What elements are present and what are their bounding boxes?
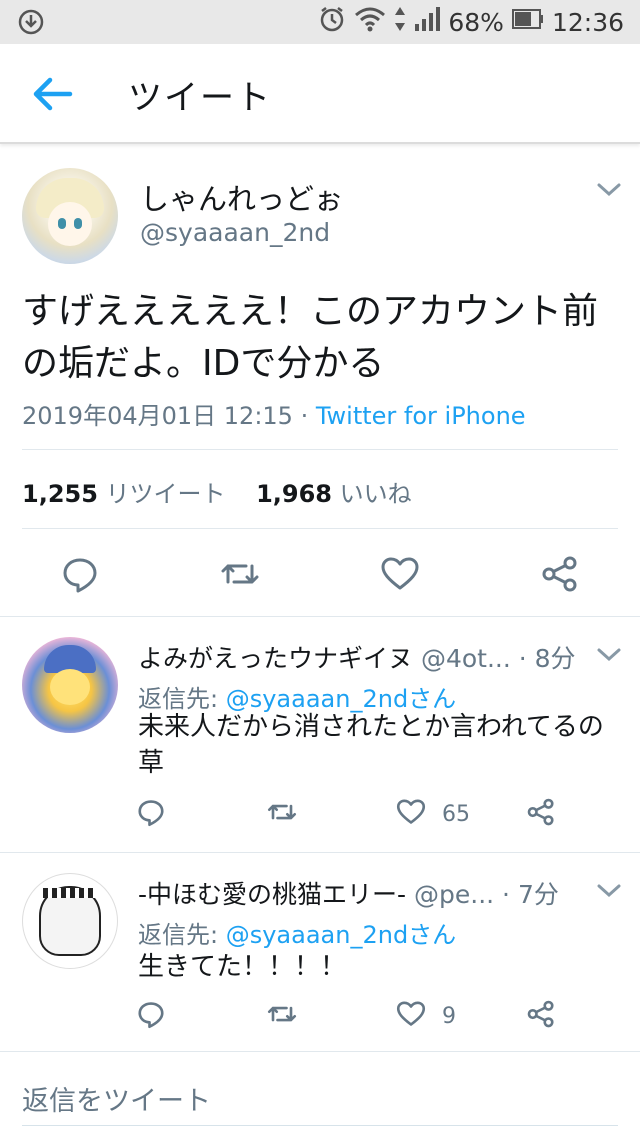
like-button[interactable] (380, 554, 420, 594)
share-button[interactable] (540, 554, 580, 594)
reply-icon (60, 558, 100, 598)
reply-time: 7分 (517, 880, 559, 909)
reply-author-line: よみがえったウナギイヌ @4ot... · 8分 (138, 644, 576, 673)
tweet-text: すげえええええ！このアカウント前の垢だよ。IDで分かる (22, 291, 599, 384)
like-button[interactable] (396, 999, 428, 1031)
reply-to-line: 返信先: @syaaaan_2ndさん (138, 915, 456, 950)
battery-percent: 68% (448, 7, 504, 37)
reply-icon (136, 800, 166, 831)
like-icon (396, 1001, 426, 1033)
share-button[interactable] (526, 999, 558, 1031)
chevron-down-icon[interactable] (596, 647, 622, 667)
retweet-button[interactable] (266, 999, 298, 1031)
reply-to-mention[interactable]: @syaaaan_2ndさん (226, 921, 456, 949)
download-icon (18, 9, 44, 39)
reply-item[interactable]: -中ほむ愛の桃猫エリー- @pe... · 7分 返信先: @syaaaan_2… (0, 853, 640, 1052)
alarm-icon (318, 5, 346, 39)
like-icon (380, 557, 420, 598)
status-time: 12:36 (551, 7, 624, 37)
share-icon (526, 1000, 556, 1033)
avatar[interactable] (22, 168, 118, 264)
reply-button[interactable] (136, 999, 168, 1031)
reply-button[interactable] (60, 554, 100, 594)
reply-author-handle: @4ot... (420, 644, 511, 673)
share-button[interactable] (526, 797, 558, 829)
tweet-timestamp: 2019年04月01日 12:15 (22, 402, 293, 430)
main-tweet: しゃんれっどぉ @syaaaan_2nd すげえええええ！このアカウント前の垢だ… (0, 144, 640, 617)
like-button[interactable] (396, 797, 428, 829)
reply-button[interactable] (136, 797, 168, 829)
retweet-count: 1,255 (22, 480, 98, 508)
retweet-icon (266, 804, 298, 831)
reply-to-prefix: 返信先: (138, 921, 226, 949)
retweet-label: リツイート (105, 480, 226, 508)
reply-author-name[interactable]: -中ほむ愛の桃猫エリー- (138, 880, 406, 909)
avatar[interactable] (22, 637, 118, 733)
like-count: 65 (442, 802, 470, 827)
status-icons: 68% 12:36 (318, 0, 624, 44)
share-icon (526, 798, 556, 831)
like-count: 1,968 (256, 480, 332, 508)
reply-text: 生きてた！！！！ (138, 952, 347, 982)
avatar[interactable] (22, 873, 118, 969)
signal-icon (414, 6, 441, 38)
retweet-icon (220, 564, 260, 598)
tweet-meta: 2019年04月01日 12:15 · Twitter for iPhone (22, 396, 526, 431)
like-label: いいね (339, 480, 412, 508)
reply-author-handle: @pe... (414, 880, 495, 909)
divider (22, 528, 618, 529)
author-name[interactable]: しゃんれっどぉ (140, 176, 343, 218)
reply-item[interactable]: よみがえったウナギイヌ @4ot... · 8分 返信先: @syaaaan_2… (0, 617, 640, 853)
data-arrows-icon (394, 6, 406, 38)
reply-author-line: -中ほむ愛の桃猫エリー- @pe... · 7分 (138, 880, 559, 909)
tweet-stats: 1,255 リツイート 1,968 いいね (22, 474, 412, 509)
reply-time: 8分 (534, 644, 576, 673)
compose-placeholder: 返信をツイート (22, 1086, 211, 1117)
like-icon (396, 799, 426, 831)
page-title: ツイート (128, 78, 272, 118)
status-bar: 68% 12:36 (0, 0, 640, 44)
wifi-icon (354, 6, 386, 38)
meta-separator: · (292, 402, 316, 430)
retweet-button[interactable] (266, 797, 298, 829)
chevron-down-icon[interactable] (596, 883, 622, 903)
app-bar: ツイート (0, 44, 640, 144)
chevron-down-icon[interactable] (596, 182, 622, 202)
back-button[interactable] (30, 72, 80, 116)
like-count: 9 (442, 1004, 456, 1029)
reply-author-name[interactable]: よみがえったウナギイヌ (138, 644, 413, 673)
reply-text: 未来人だから消されたとか言われてるの草 (138, 712, 604, 778)
arrow-left-icon (30, 77, 74, 120)
author-handle[interactable]: @syaaaan_2nd (140, 218, 330, 247)
retweet-icon (266, 1006, 298, 1033)
reply-icon (136, 1002, 166, 1033)
retweet-button[interactable] (220, 554, 260, 594)
tweet-source[interactable]: Twitter for iPhone (316, 402, 526, 430)
share-icon (540, 556, 580, 598)
compose-underline (22, 1125, 618, 1126)
likes-stat[interactable]: 1,968 いいね (256, 480, 412, 508)
divider (22, 449, 618, 450)
retweets-stat[interactable]: 1,255 リツイート (22, 480, 226, 508)
battery-icon (511, 7, 544, 37)
